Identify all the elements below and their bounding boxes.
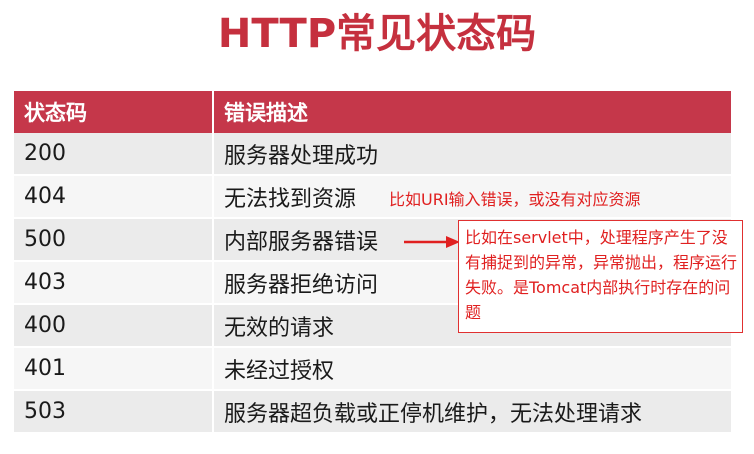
status-code-cell: 503	[14, 390, 214, 434]
status-code-cell: 404	[14, 175, 214, 219]
header-status-code: 状态码	[14, 91, 214, 133]
status-code-cell: 200	[14, 133, 214, 176]
description-cell: 未经过授权	[213, 347, 731, 391]
description-cell: 服务器超负载或正停机维护，无法处理请求	[213, 390, 731, 434]
table-row: 200 服务器处理成功	[14, 133, 731, 176]
header-error-description: 错误描述	[213, 91, 731, 133]
description-cell: 服务器处理成功	[213, 133, 731, 176]
table-row: 503 服务器超负载或正停机维护，无法处理请求	[14, 390, 731, 434]
status-code-cell: 401	[14, 347, 214, 391]
annotation-404-note: 比如URI输入错误，或没有对应资源	[389, 190, 641, 209]
status-code-cell: 403	[14, 261, 214, 305]
annotation-500-callout: 比如在servlet中，处理程序产生了没有捕捉到的异常，异常抛出，程序运行失败。…	[458, 220, 743, 333]
table-header-row: 状态码 错误描述	[14, 91, 731, 133]
arrow-right-icon	[404, 236, 460, 248]
status-code-cell: 500	[14, 218, 214, 262]
table-row: 401 未经过授权	[14, 347, 731, 391]
status-code-cell: 400	[14, 304, 214, 348]
page-title: HTTP常见状态码	[217, 11, 537, 57]
